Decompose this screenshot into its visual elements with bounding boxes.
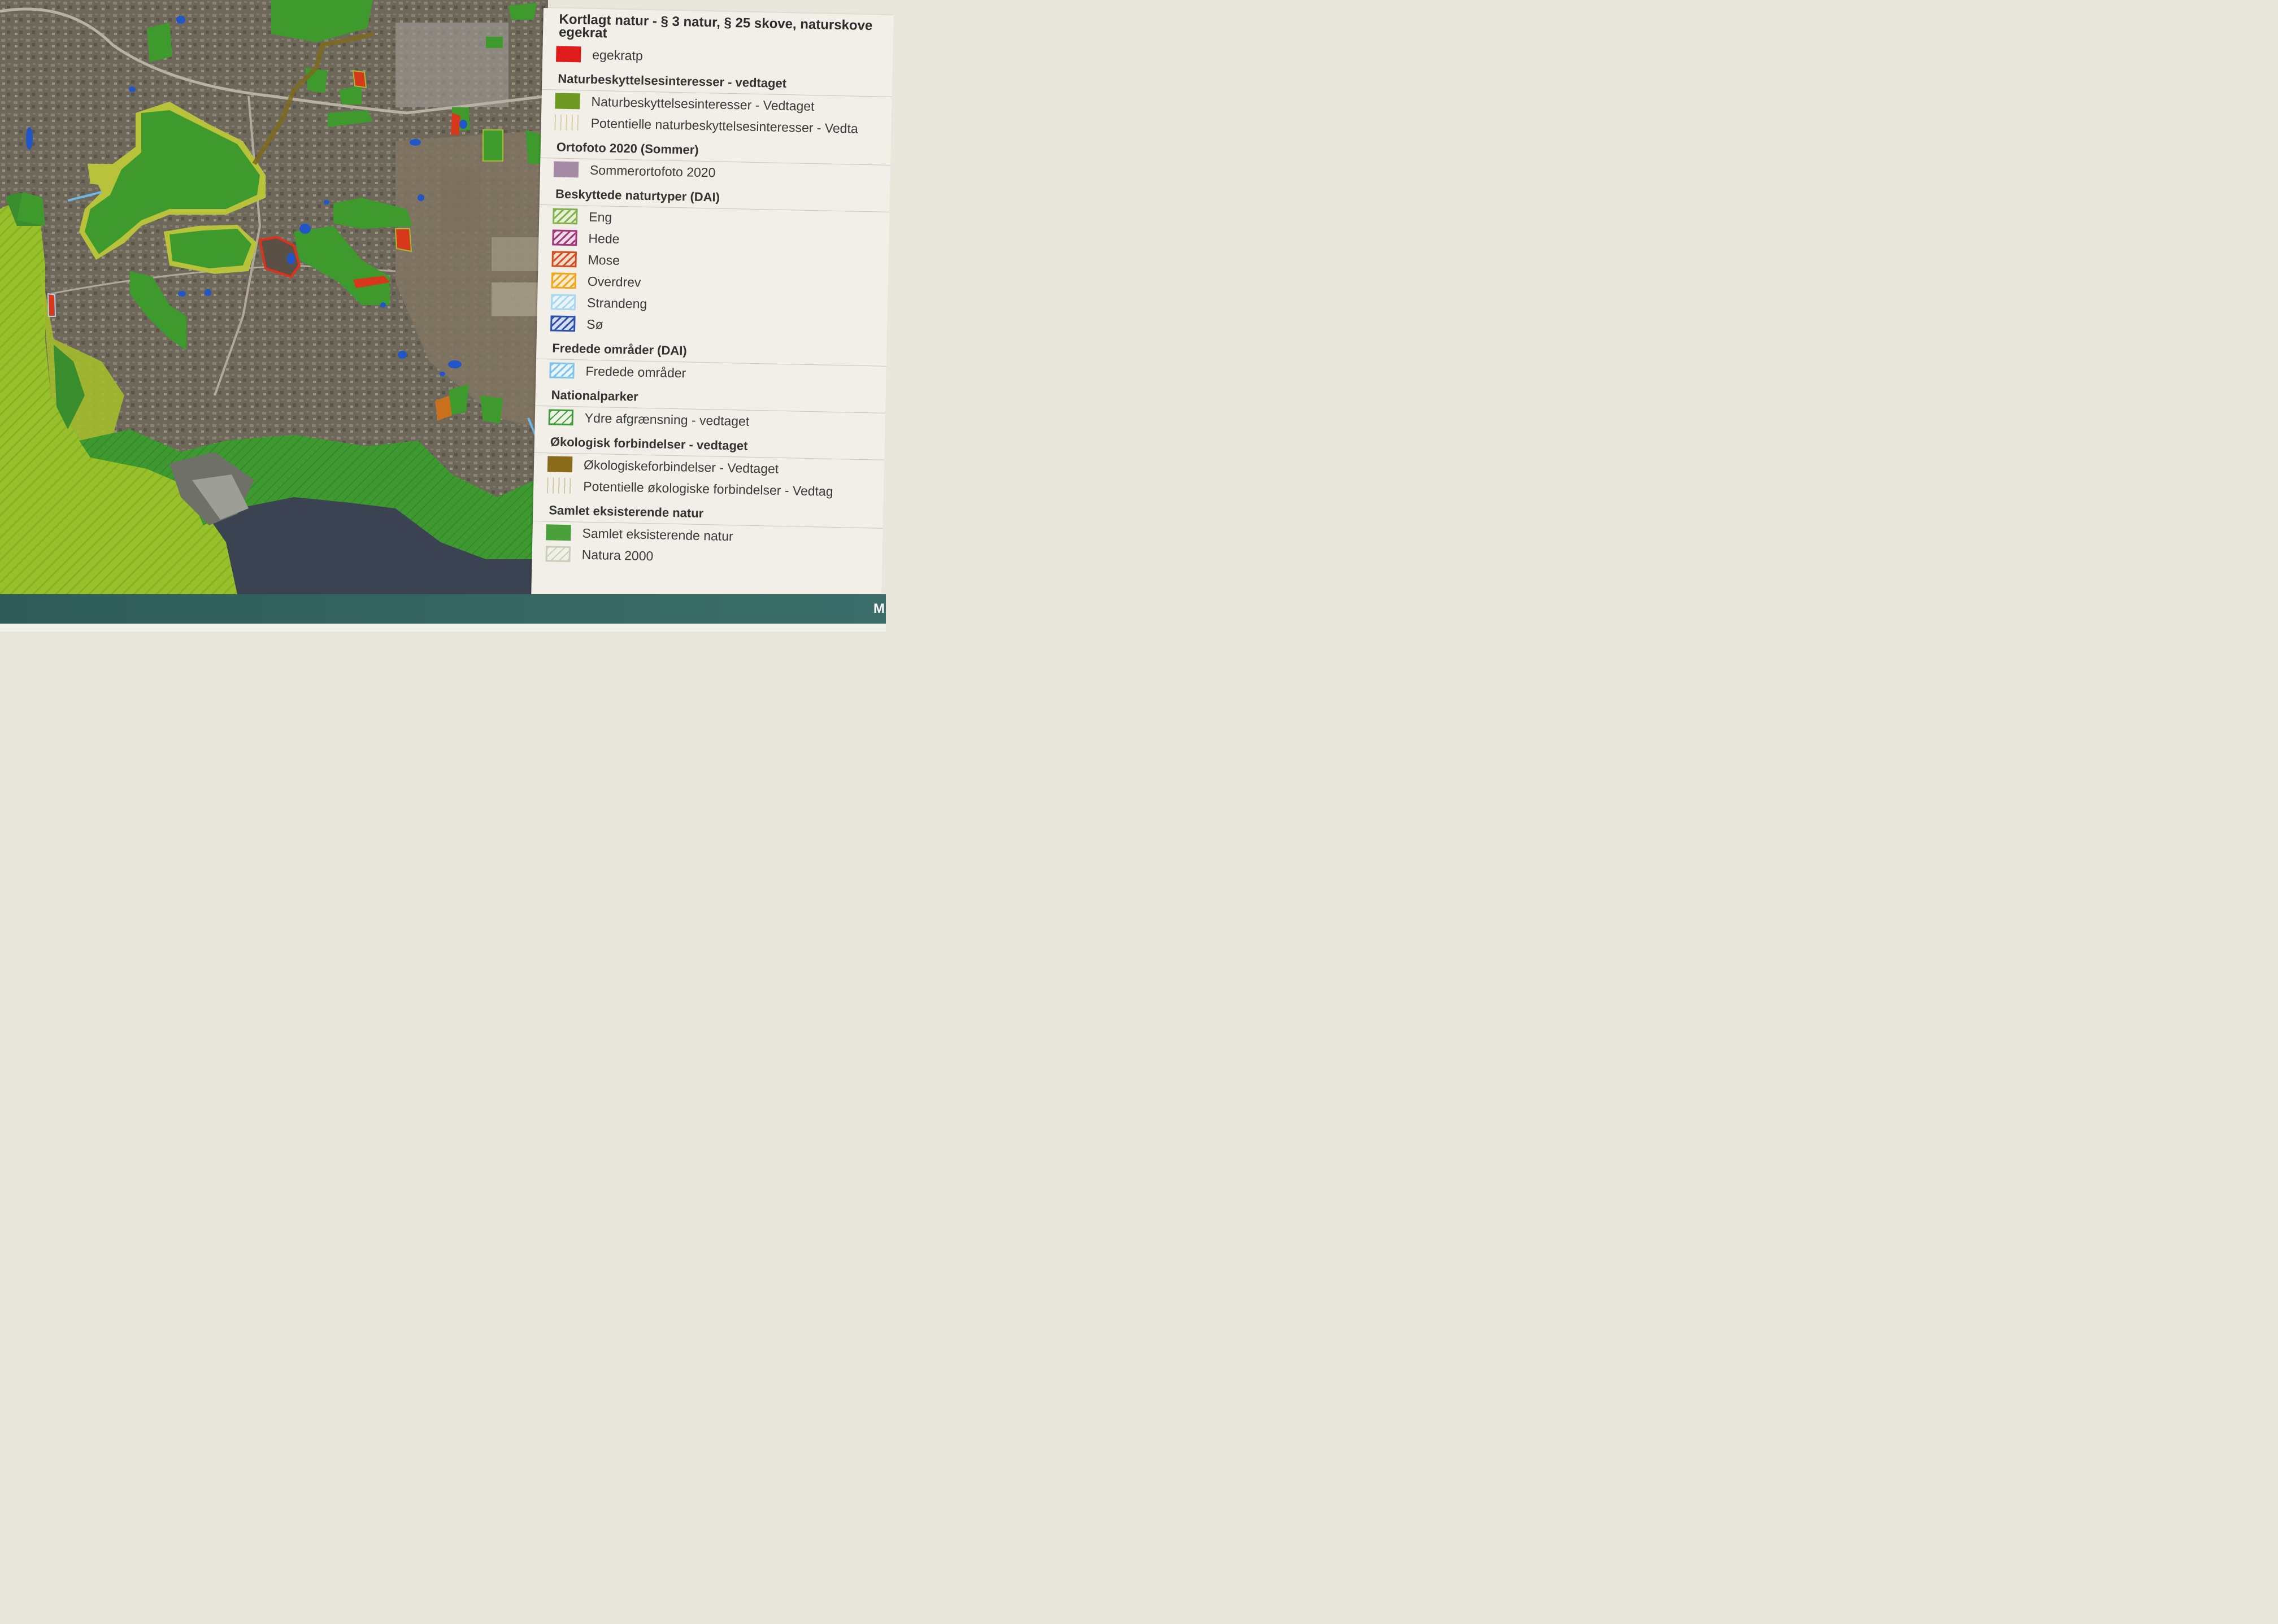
legend-item-label: Sø [586,316,603,332]
legend-swatch-icon [547,477,572,494]
legend-swatch-icon [548,409,574,426]
legend-swatch-icon [550,315,576,332]
legend-item-label: Fredede områder [585,363,686,380]
legend-sections: Naturbeskyttelsesinteresser - vedtaget Na… [532,64,893,572]
legend-item-label: Overdrev [587,273,641,290]
legend-swatch-icon [551,272,577,289]
legend-swatch-icon [551,251,577,268]
legend-item-label: Samlet eksisterende natur [582,525,733,543]
map-view[interactable] [0,0,548,594]
legend-item-label: Strandeng [586,295,647,311]
bottom-strip [0,624,886,632]
legend-item-label: egekratp [592,47,644,63]
legend-title: Kortlagt natur - § 3 natur, § 25 skove, … [558,11,873,41]
legend-swatch-icon [547,456,573,473]
industrial-area [395,23,508,107]
legend-swatch-icon [550,294,576,311]
legend-swatch-icon [552,208,578,225]
legend-item-label: Mose [588,252,620,268]
legend-item-label: Økologiskeforbindelser - Vedtaget [583,457,779,476]
legend-item-label: Eng [589,209,612,225]
forest-area [169,229,251,268]
footer-text: M [873,601,885,616]
legend-item-label: Ydre afgrænsning - vedtaget [584,410,750,429]
legend-swatch-icon [549,362,575,379]
legend-swatch-icon [546,524,571,541]
legend-item-label: Hede [588,230,620,246]
legend-swatch-icon [552,229,577,246]
legend-item-label: Natura 2000 [581,547,654,563]
legend-swatch-icon [555,93,580,110]
map-legend: Kortlagt natur - § 3 natur, § 25 skove, … [531,8,894,603]
legend-item-label: Sommerortofoto 2020 [589,162,716,180]
footer-bar: M [0,594,886,624]
red-swatch-icon [556,46,581,63]
legend-swatch-icon [554,114,580,131]
map-canvas[interactable] [0,0,548,594]
legend-item-label: Naturbeskyttelsesinteresser - Vedtaget [591,94,815,114]
legend-swatch-icon [545,546,571,563]
legend-item-label: Potentielle økologiske forbindelser - Ve… [583,478,833,499]
legend-item-label: Potentielle naturbeskyttelsesinteresser … [590,115,858,136]
legend-swatch-icon [553,161,579,178]
